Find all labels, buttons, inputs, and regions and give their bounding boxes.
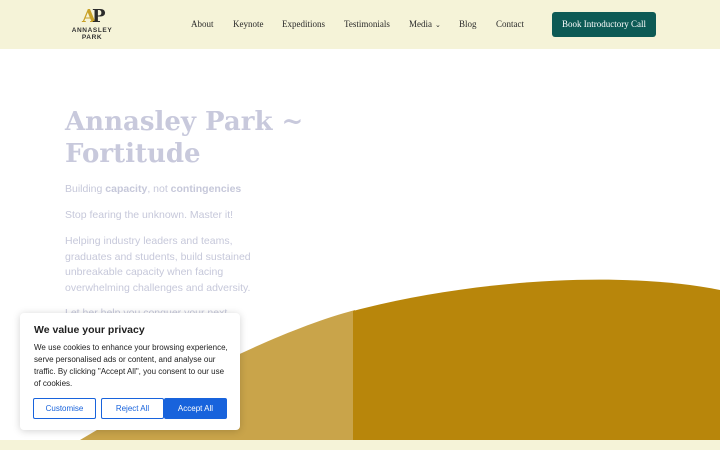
hero-tagline: Building capacity, not contingencies	[65, 183, 241, 195]
nav-contact[interactable]: Contact	[496, 17, 524, 31]
nav-blog[interactable]: Blog	[459, 17, 477, 31]
tagline-bold-2: contingencies	[170, 183, 242, 195]
site-header: A P ANNASLEY PARK About Keynote Expediti…	[0, 0, 720, 49]
hero-paragraph: Helping industry leaders and teams, grad…	[65, 235, 251, 294]
cookie-text: We use cookies to enhance your browsing …	[34, 343, 228, 388]
hero-title-line2: Fortitude	[65, 139, 201, 169]
logo-text-line1: ANNASLEY	[71, 27, 113, 34]
book-call-button[interactable]: Book Introductory Call	[552, 12, 656, 37]
tagline-bold-1: capacity	[105, 183, 148, 195]
hero-subline: Stop fearing the unknown. Master it!	[65, 209, 234, 221]
cookie-title: We value your privacy	[34, 324, 145, 336]
logo-mark: A P	[70, 7, 114, 27]
cookie-banner: We value your privacy We use cookies to …	[20, 313, 240, 430]
hero-title: Annasley Park ~ Fortitude	[65, 106, 325, 170]
nav-expeditions[interactable]: Expeditions	[282, 17, 325, 31]
nav-keynote[interactable]: Keynote	[233, 17, 264, 31]
footer-strip	[0, 440, 720, 450]
logo-initial-p: P	[92, 6, 106, 27]
nav-testimonials[interactable]: Testimonials	[344, 17, 390, 31]
tagline-pre: Building	[65, 183, 106, 195]
nav-media[interactable]: Media ⌄	[409, 17, 441, 32]
nav-about[interactable]: About	[191, 17, 214, 31]
tagline-mid: , not	[147, 183, 171, 195]
reject-all-button[interactable]: Reject All	[101, 398, 164, 419]
nav-media-label: Media	[409, 19, 432, 29]
site-logo[interactable]: A P ANNASLEY PARK	[70, 7, 114, 43]
accept-all-button[interactable]: Accept All	[164, 398, 227, 419]
chevron-down-icon: ⌄	[435, 21, 441, 29]
hero-title-line1: Annasley Park ~	[65, 107, 304, 137]
logo-text-line2: PARK	[81, 34, 103, 41]
customise-button[interactable]: Customise	[33, 398, 96, 419]
arc-dark-segment	[353, 279, 720, 440]
